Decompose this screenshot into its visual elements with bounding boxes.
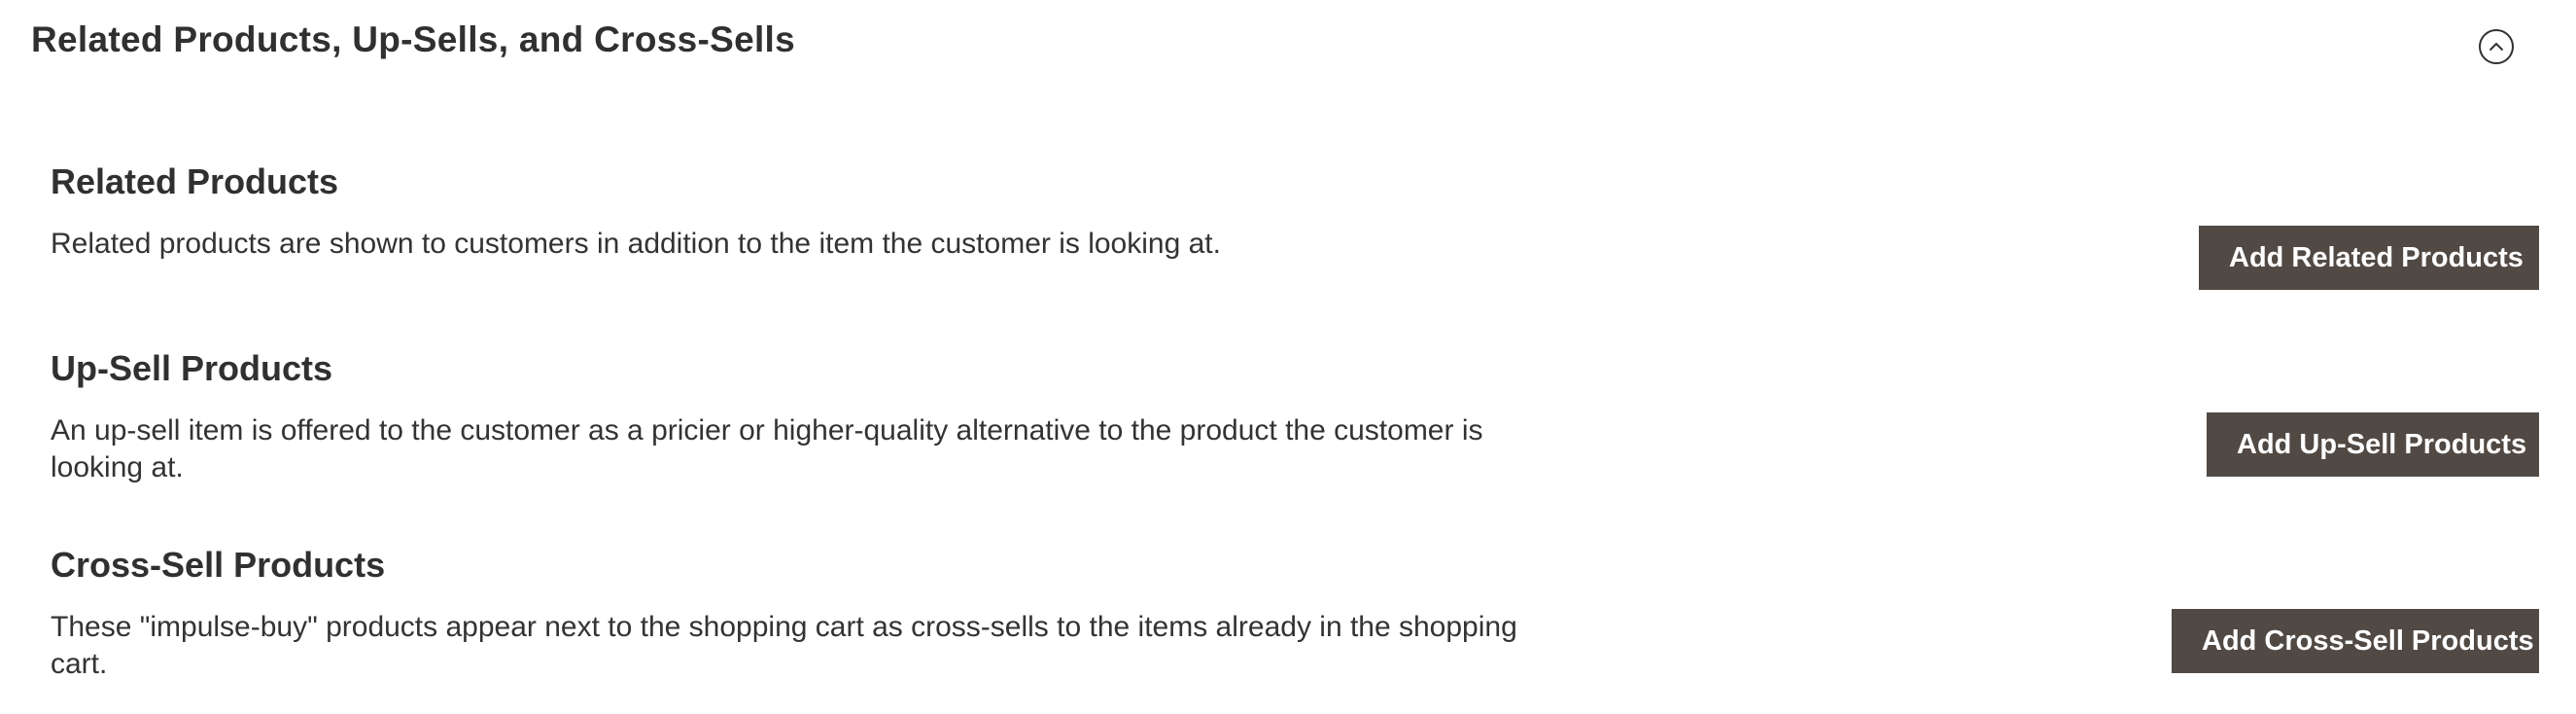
related-products-heading: Related Products	[51, 161, 339, 201]
upsell-products-section: Up-Sell Products An up-sell item is offe…	[51, 348, 2539, 494]
panel-header[interactable]: Related Products, Up-Sells, and Cross-Se…	[0, 0, 2576, 97]
upsell-products-description: An up-sell item is offered to the custom…	[51, 414, 1483, 483]
related-products-section: Related Products Related products are sh…	[51, 161, 2539, 307]
panel-title[interactable]: Related Products, Up-Sells, and Cross-Se…	[31, 19, 795, 60]
collapse-toggle-button[interactable]	[2479, 29, 2514, 64]
crosssell-products-section: Cross-Sell Products These "impulse-buy" …	[51, 545, 2539, 691]
chevron-up-icon	[2489, 42, 2504, 52]
crosssell-products-heading: Cross-Sell Products	[51, 545, 386, 585]
related-products-description: Related products are shown to customers …	[51, 228, 1221, 260]
add-related-products-button[interactable]: Add Related Products	[2199, 226, 2539, 290]
add-crosssell-products-button[interactable]: Add Cross-Sell Products	[2172, 609, 2539, 673]
crosssell-products-description: These "impulse-buy" products appear next…	[51, 611, 1517, 680]
upsell-products-heading: Up-Sell Products	[51, 348, 333, 388]
add-upsell-products-button[interactable]: Add Up-Sell Products	[2207, 412, 2539, 477]
